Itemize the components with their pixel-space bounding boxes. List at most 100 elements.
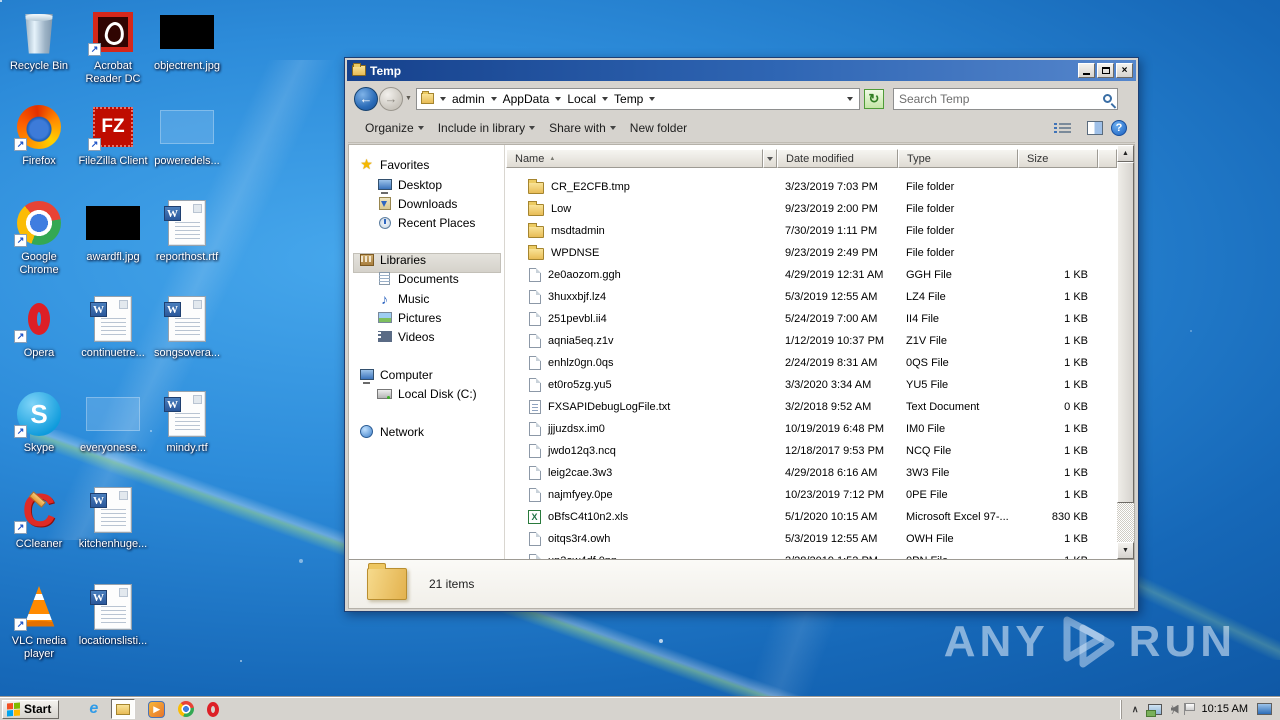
sidebar-item-pictures[interactable]: Pictures xyxy=(377,308,441,327)
file-row[interactable]: oitqs3r4.owh 5/3/2019 12:55 AM OWH File … xyxy=(506,528,1117,550)
file-row[interactable]: najmfyey.0pe 10/23/2019 7:12 PM 0PE File… xyxy=(506,484,1117,506)
breadcrumb-item-admin[interactable]: admin xyxy=(452,92,485,106)
breadcrumb-item-temp[interactable]: Temp xyxy=(614,92,643,106)
desktop-icon-opera[interactable]: ↗ Opera xyxy=(2,293,76,360)
file-row[interactable]: WPDNSE 9/23/2019 2:49 PM File folder xyxy=(506,242,1117,264)
network-tray-icon[interactable] xyxy=(1145,703,1162,717)
desktop-monitor-tray-icon[interactable] xyxy=(1257,703,1272,715)
sidebar-item-libraries[interactable]: Libraries xyxy=(359,250,426,269)
help-button[interactable]: ? xyxy=(1111,120,1127,136)
breadcrumb-arrow-icon[interactable] xyxy=(555,96,562,101)
sidebar-item-documents[interactable]: Documents xyxy=(377,269,459,288)
refresh-button[interactable]: ↻ xyxy=(863,88,884,109)
sidebar-item-desktop[interactable]: Desktop xyxy=(377,175,442,194)
breadcrumb-arrow-icon[interactable] xyxy=(649,96,656,101)
search-icon[interactable] xyxy=(1102,94,1112,103)
file-row[interactable]: msdtadmin 7/30/2019 1:11 PM File folder xyxy=(506,220,1117,242)
forward-button[interactable]: → xyxy=(379,86,403,111)
opera-taskbar-icon[interactable] xyxy=(207,701,220,717)
title-bar[interactable]: Temp × xyxy=(347,60,1136,81)
column-header-size[interactable]: Size xyxy=(1018,149,1098,168)
desktop-icon-reporthost[interactable]: W reporthost.rtf xyxy=(150,197,224,264)
sidebar-item-music[interactable]: ♪ Music xyxy=(377,289,429,308)
file-row[interactable]: 3huxxbjf.lz4 5/3/2019 12:55 AM LZ4 File … xyxy=(506,286,1117,308)
column-filter-dropdown[interactable] xyxy=(763,149,777,168)
file-row[interactable]: Low 9/23/2019 2:00 PM File folder xyxy=(506,198,1117,220)
file-row[interactable]: leig2cae.3w3 4/29/2018 6:16 AM 3W3 File … xyxy=(506,462,1117,484)
file-row[interactable]: aqnia5eq.z1v 1/12/2019 10:37 PM Z1V File… xyxy=(506,330,1117,352)
desktop-icon-acrobat[interactable]: ↗ Acrobat Reader DC xyxy=(76,6,150,86)
desktop-icon-poweredels[interactable]: poweredels... xyxy=(150,101,224,168)
desktop-icon-songsovera[interactable]: W songsovera... xyxy=(150,293,224,360)
maximize-button[interactable] xyxy=(1097,63,1114,78)
chrome-taskbar-icon[interactable] xyxy=(178,701,195,717)
address-dropdown-icon[interactable] xyxy=(846,96,853,101)
file-row[interactable]: enhlz0gn.0qs 2/24/2019 8:31 AM 0QS File … xyxy=(506,352,1117,374)
file-row[interactable]: oBfsC4t10n2.xls 5/1/2020 10:15 AM Micros… xyxy=(506,506,1117,528)
sidebar-item-computer[interactable]: Computer xyxy=(359,365,433,384)
media-player-icon[interactable]: ▶ xyxy=(148,700,166,718)
desktop-icon-filezilla[interactable]: FZ ↗ FileZilla Client xyxy=(76,101,150,168)
desktop-icon-chrome[interactable]: ↗ Google Chrome xyxy=(2,197,76,277)
sidebar-item-recent-places[interactable]: Recent Places xyxy=(377,213,475,232)
column-header-type[interactable]: Type xyxy=(898,149,1018,168)
start-button[interactable]: Start xyxy=(2,699,60,719)
back-button[interactable]: ← xyxy=(354,86,378,111)
desktop-icon-kitchenhuge[interactable]: W kitchenhuge... xyxy=(76,484,150,551)
internet-explorer-icon[interactable]: e xyxy=(89,701,98,717)
minimize-button[interactable] xyxy=(1078,63,1095,78)
desktop-icon-locationslisti[interactable]: W locationslisti... xyxy=(76,581,150,648)
sidebar-item-videos[interactable]: Videos xyxy=(377,327,434,346)
desktop-icon-firefox[interactable]: ↗ Firefox xyxy=(2,101,76,168)
breadcrumb[interactable]: admin AppData Local Temp xyxy=(415,87,860,110)
breadcrumb-arrow-icon[interactable] xyxy=(439,96,446,101)
file-row[interactable]: jwdo12q3.ncq 12/18/2017 9:53 PM NCQ File… xyxy=(506,440,1117,462)
new-folder-button[interactable]: New folder xyxy=(623,117,694,139)
desktop-icon-mindy[interactable]: W mindy.rtf xyxy=(150,388,224,455)
sidebar-item-favorites[interactable]: ★ Favorites xyxy=(359,155,429,174)
show-hidden-icons-chevron[interactable]: ∧ xyxy=(1132,704,1139,715)
tray-clock[interactable]: 10:15 AM xyxy=(1202,703,1248,715)
breadcrumb-item-local[interactable]: Local xyxy=(567,92,596,106)
preview-pane-button[interactable] xyxy=(1087,121,1103,135)
close-button[interactable]: × xyxy=(1116,63,1133,78)
desktop-icon-ccleaner[interactable]: C ↗ CCleaner xyxy=(2,484,76,551)
search-input[interactable]: Search Temp xyxy=(892,87,1118,110)
column-header-name[interactable]: Name ▲ xyxy=(506,149,763,168)
file-row[interactable]: CR_E2CFB.tmp 3/23/2019 7:03 PM File fold… xyxy=(506,176,1117,198)
share-with-menu[interactable]: Share with xyxy=(542,117,623,139)
desktop-icon-vlc[interactable]: ↗ VLC media player xyxy=(2,581,76,661)
file-row[interactable]: up2ow4df.0pn 2/28/2019 1:52 PM 0PN File … xyxy=(506,550,1117,559)
scrollbar-track[interactable] xyxy=(1117,503,1134,543)
breadcrumb-arrow-icon[interactable] xyxy=(490,96,497,101)
column-header-date-modified[interactable]: Date modified xyxy=(777,149,898,168)
file-row[interactable]: FXSAPIDebugLogFile.txt 3/2/2018 9:52 AM … xyxy=(506,396,1117,418)
scroll-up-icon[interactable]: ▲ xyxy=(1117,145,1134,162)
change-view-button[interactable] xyxy=(1054,122,1071,135)
organize-menu[interactable]: Organize xyxy=(358,117,431,139)
scroll-down-icon[interactable]: ▼ xyxy=(1117,542,1134,559)
file-row[interactable]: 251pevbl.ii4 5/24/2019 7:00 AM II4 File … xyxy=(506,308,1117,330)
file-date-modified: 2/24/2019 8:31 AM xyxy=(785,357,878,369)
sidebar-item-downloads[interactable]: Downloads xyxy=(377,194,457,213)
scrollbar-thumb[interactable] xyxy=(1117,162,1134,503)
file-type: File folder xyxy=(906,225,955,237)
file-row[interactable]: jjjuzdsx.im0 10/19/2019 6:48 PM IM0 File… xyxy=(506,418,1117,440)
desktop-icon-awardfl[interactable]: awardfl.jpg xyxy=(76,197,150,264)
breadcrumb-item-appdata[interactable]: AppData xyxy=(503,92,550,106)
windows-explorer-taskbar-button[interactable] xyxy=(111,699,136,719)
sidebar-item-network[interactable]: Network xyxy=(359,422,424,441)
desktop-icon-everyonese[interactable]: everyonese... xyxy=(76,388,150,455)
file-row[interactable]: et0ro5zg.yu5 3/3/2020 3:34 AM YU5 File 1… xyxy=(506,374,1117,396)
file-row[interactable]: 2e0aozom.ggh 4/29/2019 12:31 AM GGH File… xyxy=(506,264,1117,286)
action-center-flag-icon[interactable] xyxy=(1183,703,1195,715)
include-in-library-menu[interactable]: Include in library xyxy=(431,117,542,139)
desktop-icon-continuetre[interactable]: W continuetre... xyxy=(76,293,150,360)
nav-history-dropdown-icon[interactable]: ▼ xyxy=(405,95,412,102)
desktop-icon-objectrent[interactable]: objectrent.jpg xyxy=(150,6,224,73)
sidebar-item-local-disk[interactable]: Local Disk (C:) xyxy=(377,384,477,403)
breadcrumb-arrow-icon[interactable] xyxy=(602,96,609,101)
desktop-icon-recycle-bin[interactable]: Recycle Bin xyxy=(2,6,76,73)
vertical-scrollbar[interactable]: ▲ ▼ xyxy=(1117,145,1134,559)
desktop-icon-skype[interactable]: S ↗ Skype xyxy=(2,388,76,455)
